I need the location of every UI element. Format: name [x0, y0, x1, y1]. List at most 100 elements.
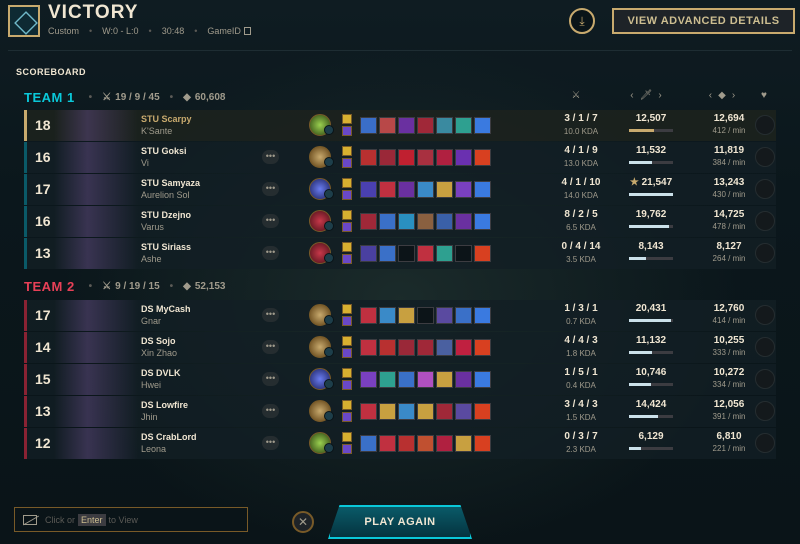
game-id-copy[interactable]: GameID — [207, 26, 251, 36]
empty-item-slot[interactable] — [455, 245, 472, 262]
player-row[interactable]: 16 STU Goksi Vi ••• 4 / 1 / 9 13.0 KDA 11,532 1… — [24, 142, 776, 173]
player-row[interactable]: 14 DS Sojo Xin Zhao ••• 4 / 4 / 3 1.8 KDA 11,1… — [24, 332, 776, 363]
damage-column-selector[interactable]: ‹ 🗡 › — [624, 90, 668, 101]
item-icon[interactable] — [379, 339, 396, 356]
item-icon[interactable] — [360, 213, 377, 230]
chat-muted-icon[interactable] — [23, 514, 37, 525]
honor-button[interactable] — [755, 305, 775, 325]
summoner-spell-flash-icon[interactable] — [342, 304, 352, 314]
summoner-spell-flash-icon[interactable] — [342, 336, 352, 346]
more-options-button[interactable]: ••• — [262, 340, 279, 354]
more-options-button[interactable]: ••• — [262, 214, 279, 228]
player-name[interactable]: DS DVLK — [141, 368, 181, 378]
item-icon[interactable] — [360, 371, 377, 388]
honor-button[interactable] — [755, 243, 775, 263]
summoner-spell-icon[interactable] — [342, 254, 352, 264]
item-icon[interactable] — [398, 149, 415, 166]
honor-button[interactable] — [755, 211, 775, 231]
player-name[interactable]: DS Sojo — [141, 336, 176, 346]
more-options-button[interactable]: ••• — [262, 436, 279, 450]
item-icon[interactable] — [455, 371, 472, 388]
item-icon[interactable] — [474, 435, 491, 452]
player-row[interactable]: 17 STU Samyaza Aurelion Sol ••• 4 / 1 / 10 14… — [24, 174, 776, 205]
item-icon[interactable] — [398, 117, 415, 134]
item-icon[interactable] — [379, 149, 396, 166]
player-row[interactable]: 13 DS Lowfire Jhin ••• 3 / 4 / 3 1.5 KDA 14,42… — [24, 396, 776, 427]
item-icon[interactable] — [398, 403, 415, 420]
honor-button[interactable] — [755, 337, 775, 357]
summoner-spell-flash-icon[interactable] — [342, 242, 352, 252]
item-icon[interactable] — [436, 117, 453, 134]
item-icon[interactable] — [379, 213, 396, 230]
item-icon[interactable] — [398, 339, 415, 356]
item-icon[interactable] — [474, 181, 491, 198]
player-row[interactable]: 16 STU Dzejno Varus ••• 8 / 2 / 5 6.5 KDA 19,7… — [24, 206, 776, 237]
item-icon[interactable] — [417, 371, 434, 388]
item-icon[interactable] — [360, 403, 377, 420]
chat-input[interactable]: Click or Enter to View — [14, 507, 248, 532]
item-icon[interactable] — [436, 149, 453, 166]
gold-column-selector[interactable]: ‹ ◆ › — [700, 90, 744, 101]
item-icon[interactable] — [417, 213, 434, 230]
summoner-spell-icon[interactable] — [342, 380, 352, 390]
item-icon[interactable] — [436, 307, 453, 324]
item-icon[interactable] — [417, 339, 434, 356]
summoner-spell-icon[interactable] — [342, 316, 352, 326]
player-name[interactable]: STU Scarpy — [141, 114, 192, 124]
item-icon[interactable] — [398, 213, 415, 230]
secondary-rune-icon[interactable] — [324, 443, 334, 453]
summoner-spell-flash-icon[interactable] — [342, 210, 352, 220]
player-name[interactable]: STU Siriass — [141, 242, 191, 252]
item-icon[interactable] — [379, 371, 396, 388]
item-icon[interactable] — [360, 435, 377, 452]
item-icon[interactable] — [474, 213, 491, 230]
item-icon[interactable] — [436, 339, 453, 356]
honor-button[interactable] — [755, 369, 775, 389]
item-icon[interactable] — [474, 307, 491, 324]
item-icon[interactable] — [360, 339, 377, 356]
summoner-spell-icon[interactable] — [342, 190, 352, 200]
empty-item-slot[interactable] — [398, 245, 415, 262]
more-options-button[interactable]: ••• — [262, 308, 279, 322]
secondary-rune-icon[interactable] — [324, 253, 334, 263]
player-row[interactable]: 13 STU Siriass Ashe ••• 0 / 4 / 14 3.5 KDA 8,1… — [24, 238, 776, 269]
item-icon[interactable] — [360, 181, 377, 198]
item-icon[interactable] — [455, 307, 472, 324]
item-icon[interactable] — [455, 181, 472, 198]
item-icon[interactable] — [455, 339, 472, 356]
summoner-spell-icon[interactable] — [342, 222, 352, 232]
summoner-spell-icon[interactable] — [342, 126, 352, 136]
honor-button[interactable] — [755, 115, 775, 135]
item-icon[interactable] — [360, 245, 377, 262]
scoreboard-tab[interactable]: SCOREBOARD — [16, 67, 86, 77]
summoner-spell-flash-icon[interactable] — [342, 178, 352, 188]
item-icon[interactable] — [398, 435, 415, 452]
secondary-rune-icon[interactable] — [324, 189, 334, 199]
item-icon[interactable] — [379, 181, 396, 198]
player-name[interactable]: STU Dzejno — [141, 210, 191, 220]
more-options-button[interactable]: ••• — [262, 150, 279, 164]
item-icon[interactable] — [455, 117, 472, 134]
secondary-rune-icon[interactable] — [324, 315, 334, 325]
summoner-spell-icon[interactable] — [342, 412, 352, 422]
more-options-button[interactable]: ••• — [262, 372, 279, 386]
item-icon[interactable] — [436, 403, 453, 420]
item-icon[interactable] — [474, 117, 491, 134]
item-icon[interactable] — [436, 435, 453, 452]
honor-button[interactable] — [755, 179, 775, 199]
honor-button[interactable] — [755, 401, 775, 421]
secondary-rune-icon[interactable] — [324, 379, 334, 389]
item-icon[interactable] — [379, 403, 396, 420]
item-icon[interactable] — [455, 213, 472, 230]
player-name[interactable]: DS MyCash — [141, 304, 191, 314]
kda-column-icon[interactable]: ⚔ — [566, 90, 586, 101]
summoner-spell-icon[interactable] — [342, 444, 352, 454]
item-icon[interactable] — [474, 339, 491, 356]
player-row[interactable]: 15 DS DVLK Hwei ••• 1 / 5 / 1 0.4 KDA 10,746 10… — [24, 364, 776, 395]
item-icon[interactable] — [417, 403, 434, 420]
item-icon[interactable] — [379, 435, 396, 452]
item-icon[interactable] — [379, 307, 396, 324]
view-advanced-details-button[interactable]: VIEW ADVANCED DETAILS — [612, 8, 795, 34]
item-icon[interactable] — [474, 245, 491, 262]
item-icon[interactable] — [436, 371, 453, 388]
